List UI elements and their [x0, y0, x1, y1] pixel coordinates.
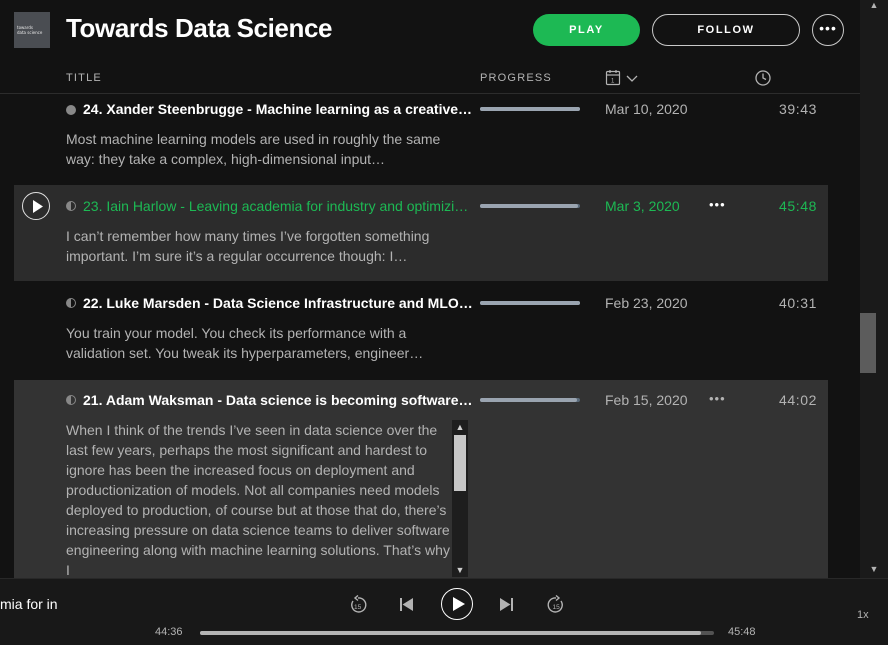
- description-scrollbar[interactable]: ▲ ▼: [452, 420, 468, 577]
- playback-progress-fill: [200, 631, 701, 635]
- column-progress[interactable]: PROGRESS: [480, 72, 552, 84]
- episode-description: You train your model. You check its perf…: [66, 325, 424, 361]
- scroll-down-icon[interactable]: ▼: [860, 564, 888, 576]
- episode-description-expanded: When I think of the trends I’ve seen in …: [66, 422, 450, 578]
- cover-logo-text: towards data science: [17, 25, 43, 35]
- row-play-button[interactable]: [22, 192, 50, 220]
- episode-row[interactable]: 24. Xander Steenbrugge - Machine learnin…: [14, 94, 828, 184]
- play-icon: [453, 597, 465, 611]
- play-icon: [33, 200, 43, 213]
- episode-date: Mar 3, 2020: [605, 198, 680, 214]
- playback-progress-bar[interactable]: [200, 631, 714, 635]
- follow-button[interactable]: FOLLOW: [652, 14, 800, 46]
- episode-row-hovered[interactable]: 23. Iain Harlow - Leaving academia for i…: [14, 185, 828, 281]
- more-options-button[interactable]: •••: [812, 14, 844, 46]
- episode-date: Feb 23, 2020: [605, 295, 688, 311]
- show-cover-art[interactable]: towards data science: [14, 12, 50, 48]
- episode-more-button[interactable]: •••: [709, 197, 726, 212]
- skip-forward-label: 15: [553, 604, 561, 611]
- episode-date: Mar 10, 2020: [605, 101, 688, 117]
- skip-forward-15-icon[interactable]: 15: [546, 595, 566, 615]
- partial-dot-icon: [66, 298, 76, 308]
- episode-description: I can’t remember how many times I’ve for…: [66, 228, 430, 264]
- episode-progress-fill: [480, 301, 580, 305]
- main-scroll-thumb[interactable]: [860, 313, 876, 373]
- episode-list-header: TITLE PROGRESS 1: [0, 62, 860, 94]
- show-header: towards data science Towards Data Scienc…: [0, 0, 888, 64]
- scroll-up-icon[interactable]: ▲: [860, 0, 888, 12]
- played-dot-icon: [66, 105, 76, 115]
- player-play-button[interactable]: [441, 588, 473, 620]
- episode-more-button[interactable]: •••: [709, 391, 726, 406]
- player-bar: mia for in 15 15 44:36 45:48 1x: [0, 578, 888, 645]
- description-scroll-thumb[interactable]: [454, 435, 466, 491]
- skip-back-label: 15: [354, 604, 362, 611]
- episode-description: Most machine learning models are used in…: [66, 131, 441, 167]
- total-time: 45:48: [728, 626, 756, 638]
- svg-text:1: 1: [611, 79, 615, 85]
- episode-title[interactable]: 21. Adam Waksman - Data science is becom…: [83, 392, 473, 408]
- episode-duration: 44:02: [778, 392, 817, 408]
- episode-duration: 45:48: [778, 198, 817, 214]
- episode-duration: 39:43: [778, 101, 817, 117]
- partial-dot-icon: [66, 395, 76, 405]
- episode-title[interactable]: 23. Iain Harlow - Leaving academia for i…: [83, 198, 473, 214]
- episode-progress-fill: [480, 204, 578, 208]
- previous-icon[interactable]: [400, 598, 413, 611]
- play-button[interactable]: PLAY: [533, 14, 640, 46]
- episode-title[interactable]: 24. Xander Steenbrugge - Machine learnin…: [83, 101, 473, 117]
- partial-dot-icon: [66, 201, 76, 211]
- show-title: Towards Data Science: [66, 13, 333, 43]
- episode-row-expanded[interactable]: 21. Adam Waksman - Data science is becom…: [14, 380, 828, 578]
- column-title[interactable]: TITLE: [66, 72, 102, 84]
- episode-progress-bar: [480, 301, 580, 305]
- episode-row[interactable]: 22. Luke Marsden - Data Science Infrastr…: [14, 283, 828, 379]
- now-playing-title[interactable]: mia for in: [0, 596, 58, 612]
- episode-progress-bar: [480, 398, 580, 402]
- elapsed-time: 44:36: [155, 626, 183, 638]
- episode-progress-bar: [480, 204, 580, 208]
- episode-progress-bar: [480, 107, 580, 111]
- next-icon[interactable]: [500, 598, 513, 611]
- episode-progress-fill: [480, 107, 580, 111]
- calendar-icon[interactable]: 1: [605, 69, 645, 87]
- episode-title[interactable]: 22. Luke Marsden - Data Science Infrastr…: [83, 295, 473, 311]
- clock-icon: [754, 69, 772, 87]
- episode-date: Feb 15, 2020: [605, 392, 688, 408]
- skip-back-15-icon[interactable]: 15: [348, 595, 368, 615]
- main-scrollbar[interactable]: ▲ ▼: [860, 0, 888, 578]
- scroll-down-icon[interactable]: ▼: [452, 563, 468, 577]
- episode-duration: 40:31: [778, 295, 817, 311]
- episode-progress-fill: [480, 398, 577, 402]
- scroll-up-icon[interactable]: ▲: [452, 420, 468, 434]
- playback-speed-button[interactable]: 1x: [857, 609, 869, 621]
